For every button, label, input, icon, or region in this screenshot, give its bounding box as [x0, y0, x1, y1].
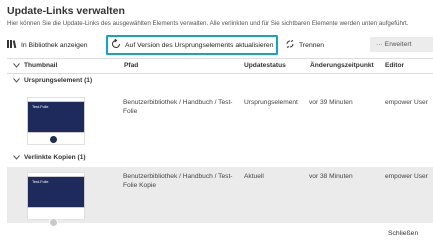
- table-header: Thumbnail Pfad Updatestatus Änderungszei…: [7, 58, 433, 74]
- more-options-label: ··· Erweitert: [376, 41, 412, 48]
- group-header[interactable]: Verlinkte Kopien (1): [7, 152, 433, 165]
- row-status: Ursprungselement: [244, 99, 298, 106]
- library-icon: [7, 40, 17, 50]
- link-badge-icon: [49, 135, 58, 144]
- separate-label: Trennen: [299, 41, 325, 49]
- dialog-title: Update-Links verwalten: [7, 5, 125, 17]
- row-status: Aktuell: [244, 173, 264, 180]
- row-path: Benutzerbibliothek / Handbuch / Test-Fol…: [123, 173, 233, 189]
- row-changed: vor 38 Minuten: [309, 173, 353, 180]
- row-editor: empower User: [385, 173, 428, 180]
- table-row[interactable]: Test-Folie Benutzerbibliothek / Handbuch…: [7, 90, 433, 148]
- chevron-down-icon: [13, 154, 20, 161]
- thumbnail-image: Test-Folie: [27, 176, 85, 208]
- unlink-icon: [285, 39, 295, 51]
- dialog-subtitle: Hier können Sie die Update-Links des aus…: [7, 20, 409, 27]
- group-header[interactable]: Ursprungselement (1): [7, 75, 433, 88]
- select-all-chevron[interactable]: [13, 62, 20, 69]
- thumbnail-image: Test-Folie: [27, 101, 85, 133]
- show-in-library-button[interactable]: In Bibliothek anzeigen: [7, 37, 88, 53]
- group-label: Verlinkte Kopien (1): [24, 154, 86, 161]
- chevron-down-icon: [13, 77, 20, 84]
- row-editor: empower User: [385, 99, 428, 106]
- column-header-path[interactable]: Pfad: [124, 62, 138, 69]
- separate-button[interactable]: Trennen: [285, 37, 324, 53]
- row-path: Benutzerbibliothek / Handbuch / Test-Fol…: [123, 99, 233, 115]
- column-header-changed[interactable]: Änderungszeitpunkt: [310, 62, 374, 69]
- table-row-selected[interactable]: Test-Folie Benutzerbibliothek / Handbuch…: [7, 167, 433, 227]
- close-button[interactable]: Schließen: [388, 230, 418, 237]
- column-header-status[interactable]: Updatestatus: [244, 62, 286, 69]
- link-badge-icon: [49, 218, 58, 227]
- more-options-button[interactable]: ··· Erweitert: [370, 37, 433, 52]
- row-changed: vor 39 Minuten: [309, 99, 353, 106]
- show-in-library-label: In Bibliothek anzeigen: [21, 41, 88, 49]
- update-button-highlight: [106, 35, 278, 55]
- thumbnail-caption: Test-Folie: [32, 180, 49, 184]
- column-header-editor[interactable]: Editor: [385, 62, 404, 69]
- thumbnail-caption: Test-Folie: [32, 105, 49, 109]
- column-header-thumbnail[interactable]: Thumbnail: [24, 62, 57, 69]
- group-label: Ursprungselement (1): [24, 77, 93, 84]
